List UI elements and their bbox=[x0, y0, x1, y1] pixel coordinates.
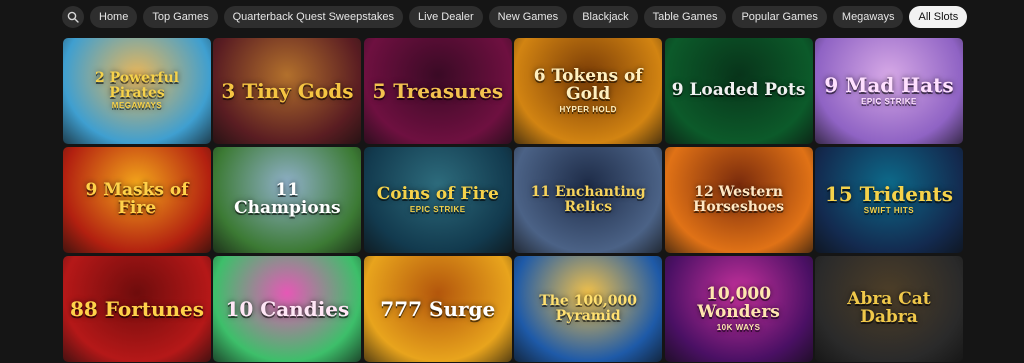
game-title: 88 Fortunes bbox=[64, 296, 210, 321]
game-title-text: Coins of Fire bbox=[376, 183, 499, 204]
game-title-text: 5 Treasures bbox=[372, 78, 504, 103]
game-tile-10-000-wonders[interactable]: 10,000 Wonders 10K WAYS bbox=[664, 256, 813, 362]
game-tile-abra-cat-dabra[interactable]: Abra Cat Dabra bbox=[814, 256, 963, 362]
category-chip-megaways[interactable]: Megaways bbox=[832, 6, 904, 28]
game-title-text: 88 Fortunes bbox=[69, 296, 205, 321]
game-title: 10,000 Wonders 10K WAYS bbox=[665, 283, 813, 332]
game-tile-12-western-horseshoes[interactable]: 12 Western Horseshoes bbox=[664, 147, 813, 253]
game-tile-9-masks-of-fire[interactable]: 9 Masks of Fire bbox=[63, 147, 211, 253]
category-chip-live-dealer[interactable]: Live Dealer bbox=[409, 6, 483, 28]
slots-page: Home Top Games Quarterback Quest Sweepstak… bbox=[0, 0, 1024, 363]
game-tile-9-loaded-pots[interactable]: 9 Loaded Pots bbox=[664, 38, 813, 144]
game-title: 11 Enchanting Relics bbox=[514, 185, 662, 214]
game-title-text: 777 Surge bbox=[380, 296, 496, 321]
game-title-text: 11 Enchanting Relics bbox=[530, 184, 646, 215]
game-title: 2 Powerful Pirates MEGAWAYS bbox=[63, 71, 211, 111]
game-tile-2-powerful-pirates[interactable]: 2 Powerful Pirates MEGAWAYS bbox=[63, 38, 211, 144]
game-title-text: 6 Tokens of Gold bbox=[533, 65, 643, 104]
game-tile-777-surge[interactable]: 777 Surge bbox=[363, 256, 512, 362]
game-title: 9 Mad Hats EPIC STRIKE bbox=[818, 75, 959, 106]
game-title: 5 Treasures bbox=[366, 78, 509, 103]
game-title: The 100,000 Pyramid bbox=[514, 294, 662, 323]
game-tile-9-mad-hats[interactable]: 9 Mad Hats EPIC STRIKE bbox=[814, 38, 963, 144]
game-tile-15-tridents[interactable]: 15 Tridents SWIFT HITS bbox=[814, 147, 963, 253]
game-title-text: 3 Tiny Gods bbox=[221, 78, 354, 103]
game-title-text: 10,000 Wonders bbox=[697, 283, 780, 322]
game-title-text: 2 Powerful Pirates bbox=[95, 70, 179, 101]
game-tile-5-treasures[interactable]: 5 Treasures bbox=[363, 38, 512, 144]
game-title-text: 15 Tridents bbox=[824, 182, 953, 207]
category-chips: Home Top Games Quarterback Quest Sweepstak… bbox=[90, 6, 968, 28]
game-tile-the-100-000-pyramid[interactable]: The 100,000 Pyramid bbox=[514, 256, 663, 362]
game-title: 9 Masks of Fire bbox=[63, 180, 211, 218]
game-tile-11-enchanting-relics[interactable]: 11 Enchanting Relics bbox=[514, 147, 663, 253]
game-title: 11 Champions bbox=[213, 180, 361, 218]
category-chip-blackjack[interactable]: Blackjack bbox=[573, 6, 638, 28]
game-tile-6-tokens-of-gold[interactable]: 6 Tokens of Gold HYPER HOLD bbox=[514, 38, 663, 144]
game-subtitle: MEGAWAYS bbox=[111, 101, 163, 111]
game-title-text: The 100,000 Pyramid bbox=[539, 293, 638, 324]
game-tile-11-champions[interactable]: 11 Champions bbox=[213, 147, 362, 253]
game-title-text: 11 Champions bbox=[234, 180, 341, 218]
game-subtitle: 10K WAYS bbox=[716, 322, 761, 332]
category-chip-quarterback-quest-sweepstakes[interactable]: Quarterback Quest Sweepstakes bbox=[223, 6, 404, 28]
game-title: 9 Loaded Pots bbox=[666, 80, 812, 101]
game-grid: 2 Powerful Pirates MEGAWAYS 3 Tiny Gods 5 T… bbox=[63, 38, 963, 362]
category-chip-all-slots[interactable]: All Slots bbox=[909, 6, 968, 28]
game-tile-88-fortunes[interactable]: 88 Fortunes bbox=[63, 256, 211, 362]
game-title: 15 Tridents SWIFT HITS bbox=[819, 184, 959, 215]
category-filter-bar: Home Top Games Quarterback Quest Sweepstak… bbox=[62, 6, 968, 28]
game-tile-10-candies[interactable]: 10 Candies bbox=[213, 256, 362, 362]
game-title: 6 Tokens of Gold HYPER HOLD bbox=[514, 65, 662, 114]
search-button[interactable] bbox=[62, 6, 84, 28]
game-title-text: Abra Cat Dabra bbox=[847, 289, 931, 327]
game-subtitle: EPIC STRIKE bbox=[861, 97, 917, 107]
game-title: 10 Candies bbox=[220, 296, 356, 321]
game-title-text: 9 Loaded Pots bbox=[671, 80, 806, 101]
category-chip-popular-games[interactable]: Popular Games bbox=[732, 6, 827, 28]
game-title: 3 Tiny Gods bbox=[215, 78, 359, 103]
game-tile-coins-of-fire[interactable]: Coins of Fire EPIC STRIKE bbox=[363, 147, 512, 253]
game-subtitle: EPIC STRIKE bbox=[409, 204, 466, 214]
game-title-text: 10 Candies bbox=[225, 296, 350, 321]
game-title: Abra Cat Dabra bbox=[815, 289, 963, 327]
game-title-text: 9 Masks of Fire bbox=[85, 180, 189, 218]
category-chip-table-games[interactable]: Table Games bbox=[643, 6, 727, 28]
category-chip-home[interactable]: Home bbox=[90, 6, 138, 28]
game-title: Coins of Fire EPIC STRIKE bbox=[371, 183, 505, 214]
category-chip-new-games[interactable]: New Games bbox=[488, 6, 568, 28]
game-subtitle: SWIFT HITS bbox=[863, 206, 915, 216]
game-tile-3-tiny-gods[interactable]: 3 Tiny Gods bbox=[213, 38, 362, 144]
game-title-text: 9 Mad Hats bbox=[824, 73, 954, 98]
game-subtitle: HYPER HOLD bbox=[559, 104, 617, 114]
game-title: 12 Western Horseshoes bbox=[665, 185, 813, 214]
category-chip-top-games[interactable]: Top Games bbox=[143, 6, 218, 28]
game-title: 777 Surge bbox=[374, 296, 501, 321]
game-title-text: 12 Western Horseshoes bbox=[693, 184, 785, 215]
search-icon bbox=[67, 11, 79, 23]
